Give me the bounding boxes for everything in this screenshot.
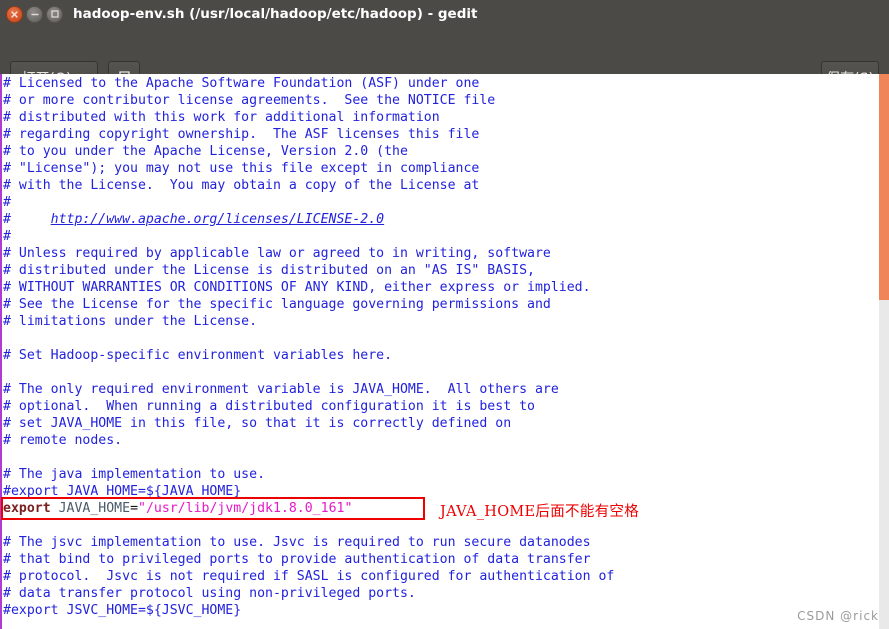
code-line: # Licensed to the Apache Software Founda… bbox=[3, 75, 614, 92]
window-title: hadoop-env.sh (/usr/local/hadoop/etc/had… bbox=[73, 6, 478, 22]
code-comment: # that bind to privileged ports to provi… bbox=[3, 552, 591, 567]
code-line: # distributed under the License is distr… bbox=[3, 262, 614, 279]
code-line: # that bind to privileged ports to provi… bbox=[3, 551, 614, 568]
code-line: # data transfer protocol using non-privi… bbox=[3, 585, 614, 602]
code-comment: # bbox=[3, 212, 51, 227]
code-line: # regarding copyright ownership. The ASF… bbox=[3, 126, 614, 143]
window-controls bbox=[6, 5, 63, 23]
code-comment: # set JAVA_HOME in this file, so that it… bbox=[3, 416, 512, 431]
code-comment: #export JAVA_HOME=${JAVA_HOME} bbox=[3, 484, 242, 499]
code-line: # bbox=[3, 194, 614, 211]
code-comment: # See the License for the specific langu… bbox=[3, 297, 551, 312]
code-keyword: export bbox=[3, 501, 51, 516]
code-line: # or more contributor license agreements… bbox=[3, 92, 614, 109]
code-line: # to you under the Apache License, Versi… bbox=[3, 143, 614, 160]
code-line: #export JSVC_HOME=${JSVC_HOME} bbox=[3, 602, 614, 619]
code-line: # remote nodes. bbox=[3, 432, 614, 449]
code-operator: = bbox=[130, 501, 139, 516]
code-line: # WITHOUT WARRANTIES OR CONDITIONS OF AN… bbox=[3, 279, 614, 296]
gedit-window: hadoop-env.sh (/usr/local/hadoop/etc/had… bbox=[0, 0, 889, 629]
code-comment: # distributed with this work for additio… bbox=[3, 110, 440, 125]
code-line: # protocol. Jsvc is not required if SASL… bbox=[3, 568, 614, 585]
code-comment: # Set Hadoop-specific environment variab… bbox=[3, 348, 393, 363]
code-line: # limitations under the License. bbox=[3, 313, 614, 330]
code-comment: # or more contributor license agreements… bbox=[3, 93, 496, 108]
close-icon[interactable] bbox=[6, 5, 23, 23]
editor-left-margin bbox=[0, 74, 2, 629]
code-comment: # data transfer protocol using non-privi… bbox=[3, 586, 416, 601]
code-line: # optional. When running a distributed c… bbox=[3, 398, 614, 415]
text-editor-area[interactable]: # Licensed to the Apache Software Founda… bbox=[0, 74, 889, 629]
watermark: CSDN @rick bbox=[797, 609, 879, 623]
maximize-icon[interactable] bbox=[46, 5, 63, 23]
code-comment: # bbox=[3, 229, 11, 244]
code-comment: # protocol. Jsvc is not required if SASL… bbox=[3, 569, 615, 584]
code-string: "/usr/lib/jvm/jdk1.8.0_161" bbox=[138, 501, 353, 516]
source-code-content[interactable]: # Licensed to the Apache Software Founda… bbox=[3, 75, 614, 619]
code-line: # The only required environment variable… bbox=[3, 381, 614, 398]
code-line: # The jsvc implementation to use. Jsvc i… bbox=[3, 534, 614, 551]
minimize-icon[interactable] bbox=[26, 5, 43, 23]
code-comment: # bbox=[3, 195, 11, 210]
code-comment: # with the License. You may obtain a cop… bbox=[3, 178, 480, 193]
code-comment: # Licensed to the Apache Software Founda… bbox=[3, 76, 480, 91]
code-comment: # "License"); you may not use this file … bbox=[3, 161, 480, 176]
code-line: # with the License. You may obtain a cop… bbox=[3, 177, 614, 194]
code-line: # distributed with this work for additio… bbox=[3, 109, 614, 126]
code-comment: # WITHOUT WARRANTIES OR CONDITIONS OF AN… bbox=[3, 280, 591, 295]
code-comment: # The java implementation to use. bbox=[3, 467, 266, 482]
code-comment: # remote nodes. bbox=[3, 433, 123, 448]
code-comment: # limitations under the License. bbox=[3, 314, 258, 329]
vertical-scrollbar-thumb[interactable] bbox=[879, 74, 889, 300]
code-line: # set JAVA_HOME in this file, so that it… bbox=[3, 415, 614, 432]
code-comment: #export JSVC_HOME=${JSVC_HOME} bbox=[3, 603, 242, 618]
toolbar: 打开(O) 保存(S) bbox=[0, 28, 889, 95]
code-comment: # Unless required by applicable law or a… bbox=[3, 246, 551, 261]
annotation-text: JAVA_HOME后面不能有空格 bbox=[440, 504, 640, 520]
code-comment: # to you under the Apache License, Versi… bbox=[3, 144, 408, 159]
code-line: # See the License for the specific langu… bbox=[3, 296, 614, 313]
code-comment: # The jsvc implementation to use. Jsvc i… bbox=[3, 535, 591, 550]
code-line: # http://www.apache.org/licenses/LICENSE… bbox=[3, 211, 614, 228]
code-line: #export JAVA_HOME=${JAVA_HOME} bbox=[3, 483, 614, 500]
code-comment: # regarding copyright ownership. The ASF… bbox=[3, 127, 480, 142]
code-line: # Set Hadoop-specific environment variab… bbox=[3, 347, 614, 364]
license-url-link[interactable]: http://www.apache.org/licenses/LICENSE-2… bbox=[51, 212, 384, 227]
code-line: # The java implementation to use. bbox=[3, 466, 614, 483]
code-line: # "License"); you may not use this file … bbox=[3, 160, 614, 177]
code-line: # bbox=[3, 228, 614, 245]
code-comment: # The only required environment variable… bbox=[3, 382, 559, 397]
title-bar: hadoop-env.sh (/usr/local/hadoop/etc/had… bbox=[0, 0, 889, 28]
code-comment: # optional. When running a distributed c… bbox=[3, 399, 535, 414]
code-line: # Unless required by applicable law or a… bbox=[3, 245, 614, 262]
code-comment: # distributed under the License is distr… bbox=[3, 263, 535, 278]
code-variable: JAVA_HOME bbox=[58, 501, 131, 516]
